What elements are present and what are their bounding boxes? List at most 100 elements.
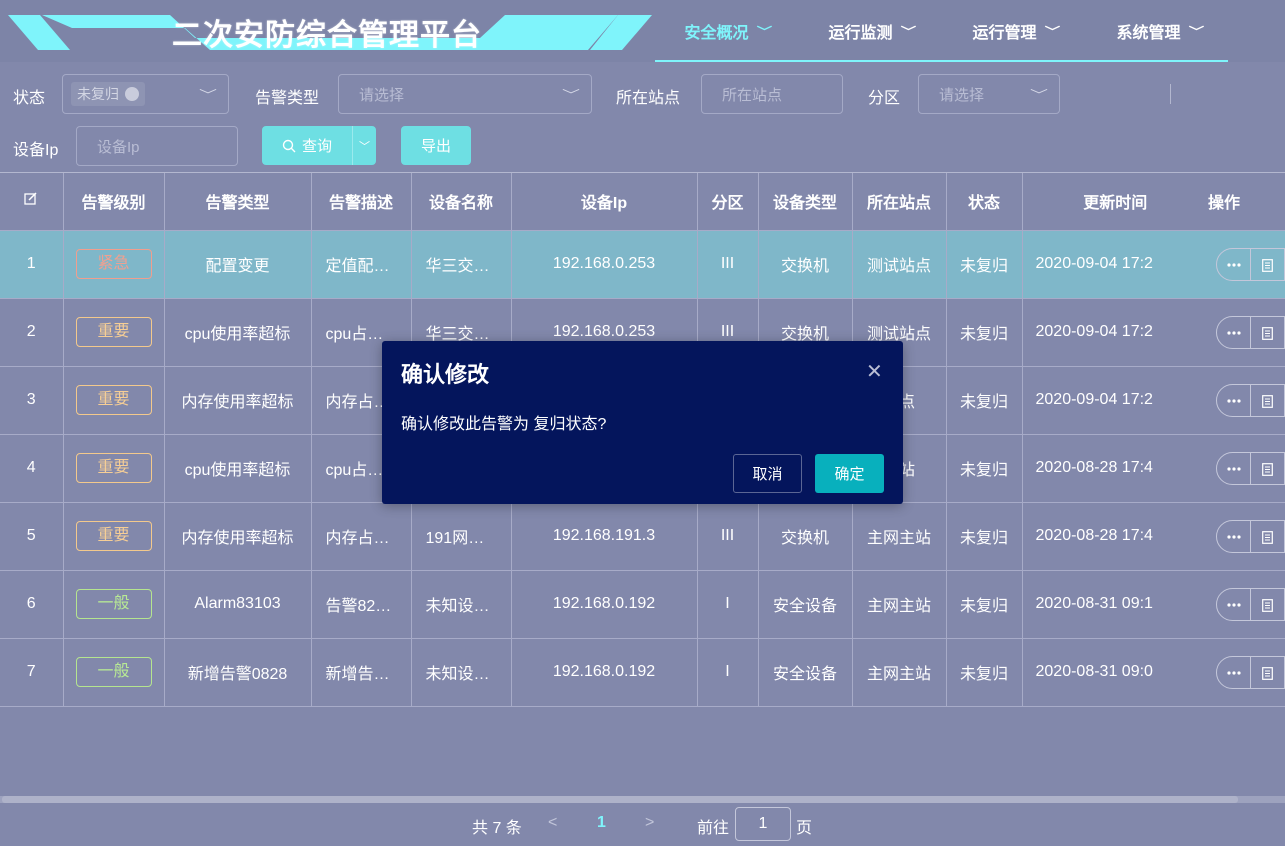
alarm-type-cell: Alarm83103	[164, 570, 312, 639]
alarm-type-cell: 新增告警0828	[164, 638, 312, 707]
column-header[interactable]: 设备名称	[411, 173, 512, 231]
operations-cell	[1208, 366, 1285, 435]
alarm-desc-cell: 定值配…	[311, 230, 412, 299]
row-index-cell: 3	[0, 366, 64, 435]
alarm-level-cell: 一般	[63, 570, 165, 639]
alarm-level-badge: 紧急	[75, 249, 152, 279]
operations-cell	[1208, 434, 1285, 503]
table-row[interactable]: 5 重要 内存使用率超标 内存占… 191网… 192.168.191.3 III 交换机 主网…	[0, 502, 1285, 571]
more-button[interactable]	[1217, 248, 1251, 280]
more-button[interactable]	[1217, 520, 1251, 552]
nav-item-runtime-monitor[interactable]: 运行监测 ﹀	[799, 0, 943, 62]
page-unit-label: 页	[796, 820, 813, 837]
page-jump-input[interactable]	[735, 807, 791, 841]
status-select[interactable]: 未复归 ﹀	[62, 74, 229, 114]
station-cell: 主网主站	[852, 638, 947, 707]
detail-button[interactable]	[1251, 317, 1284, 348]
detail-button[interactable]	[1251, 249, 1284, 280]
zone-label: 分区	[868, 90, 901, 107]
update-time-cell: 2020-09-04 17:2	[1022, 298, 1208, 367]
table-row[interactable]: 6 一般 Alarm83103 告警82… 未知设… 192.168.0.192 I 安全设备…	[0, 570, 1285, 639]
status-cell: 未复归	[946, 298, 1023, 367]
column-header[interactable]: 分区	[697, 173, 759, 231]
column-header[interactable]: 设备类型	[758, 173, 853, 231]
alarm-type-cell: 内存使用率超标	[164, 502, 312, 571]
alarm-type-select[interactable]: 请选择 ﹀	[338, 74, 592, 114]
close-icon[interactable]: ✕	[866, 359, 883, 384]
table-row[interactable]: 7 一般 新增告警0828 新增告… 未知设… 192.168.0.192 I 安全设备 主网主…	[0, 638, 1285, 707]
zone-cell: III	[697, 502, 759, 571]
device-ip-input[interactable]: 设备Ip	[76, 126, 238, 166]
more-button[interactable]	[1217, 384, 1251, 416]
column-header[interactable]: 告警类型	[164, 173, 312, 231]
more-button[interactable]	[1217, 316, 1251, 348]
operations-cell	[1208, 638, 1285, 707]
alarm-level-badge: 一般	[75, 657, 152, 687]
column-header[interactable]: 设备Ip	[511, 173, 698, 231]
pagination: 共 7 条 < 1 > 前往 页	[0, 806, 1285, 842]
current-page[interactable]: 1	[597, 814, 606, 832]
device-type-cell: 交换机	[758, 502, 853, 571]
document-icon	[1262, 462, 1273, 476]
export-button[interactable]: 导出	[401, 126, 471, 165]
nav-item-runtime-management[interactable]: 运行管理 ﹀	[943, 0, 1087, 62]
more-icon	[1226, 535, 1241, 539]
column-header[interactable]: 所在站点	[852, 173, 947, 231]
zone-cell: I	[697, 638, 759, 707]
nav-item-security-overview[interactable]: 安全概况 ﹀	[655, 0, 799, 62]
more-button[interactable]	[1217, 452, 1251, 484]
station-input[interactable]: 所在站点	[701, 74, 843, 114]
nav-item-system-management[interactable]: 系统管理 ﹀	[1087, 0, 1231, 62]
query-button[interactable]: 查询	[262, 126, 352, 165]
detail-button[interactable]	[1251, 385, 1284, 416]
column-header[interactable]: 状态	[946, 173, 1023, 231]
app-title: 二次安防综合管理平台	[172, 19, 482, 52]
alarm-type-cell: 配置变更	[164, 230, 312, 299]
update-time-cell: 2020-08-28 17:4	[1022, 434, 1208, 503]
query-dropdown-toggle[interactable]: ﹀	[352, 126, 376, 165]
prev-page-icon[interactable]: <	[548, 814, 557, 832]
device-name-cell: 191网…	[411, 502, 512, 571]
tag-close-icon[interactable]	[125, 87, 139, 101]
document-icon	[1262, 530, 1273, 544]
column-header[interactable]: 告警级别	[63, 173, 165, 231]
row-index-cell: 5	[0, 502, 64, 571]
update-time-cell: 2020-08-28 17:4	[1022, 502, 1208, 571]
chevron-down-icon: ﹀	[1029, 88, 1049, 102]
alarm-type-cell: cpu使用率超标	[164, 434, 312, 503]
more-button[interactable]	[1217, 588, 1251, 620]
column-header[interactable]: 告警描述	[311, 173, 412, 231]
status-cell: 未复归	[946, 638, 1023, 707]
search-icon	[282, 139, 296, 152]
query-button-group: 查询 ﹀	[262, 126, 376, 165]
confirm-dialog: 确认修改 ✕ 确认修改此告警为 复归状态? 取消 确定	[382, 341, 903, 504]
chevron-down-icon: ﹀	[198, 88, 218, 102]
cancel-button[interactable]: 取消	[733, 454, 802, 493]
detail-button[interactable]	[1251, 657, 1284, 688]
detail-button[interactable]	[1251, 521, 1284, 552]
detail-button[interactable]	[1251, 589, 1284, 620]
scrollbar-thumb[interactable]	[2, 796, 1238, 803]
table-row[interactable]: 1 紧急 配置变更 定值配… 华三交… 192.168.0.253 III 交换机 测试站点 未复…	[0, 230, 1285, 299]
column-header[interactable]: 更新时间	[1022, 173, 1208, 231]
more-icon	[1226, 603, 1241, 607]
station-cell: 主网主站	[852, 502, 947, 571]
device-ip-label: 设备Ip	[13, 142, 59, 159]
station-cell: 测试站点	[852, 230, 947, 299]
alarm-desc-cell: 内存占…	[311, 502, 412, 571]
nav-item-label: 运行监测	[828, 25, 893, 42]
zone-select[interactable]: 请选择 ﹀	[918, 74, 1060, 114]
confirm-button[interactable]: 确定	[815, 454, 884, 493]
more-button[interactable]	[1217, 656, 1251, 688]
zone-placeholder: 请选择	[939, 86, 985, 104]
dialog-title: 确认修改	[401, 362, 490, 387]
status-cell: 未复归	[946, 570, 1023, 639]
filter-divider	[1170, 84, 1171, 104]
next-page-icon[interactable]: >	[645, 814, 654, 832]
device-name-cell: 未知设…	[411, 570, 512, 639]
main-nav: 安全概况 ﹀ 运行监测 ﹀ 运行管理 ﹀ 系统管理 ﹀	[655, 0, 1231, 62]
horizontal-scrollbar[interactable]	[0, 796, 1285, 803]
row-index-cell: 6	[0, 570, 64, 639]
table-header-row: 告警级别 告警类型 告警描述 设备名称 设备Ip 分区 设备类型 所在站点 状态…	[0, 173, 1285, 231]
detail-button[interactable]	[1251, 453, 1284, 484]
